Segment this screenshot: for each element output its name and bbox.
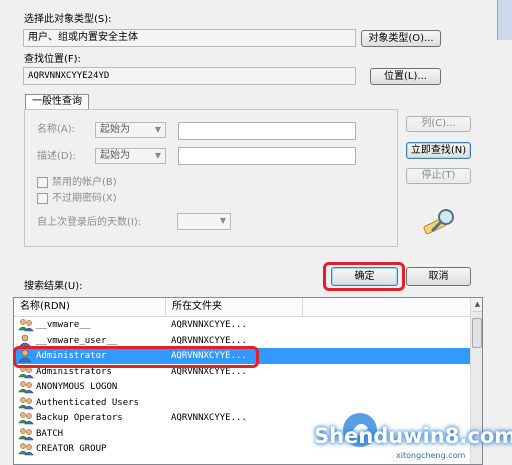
find-now-button[interactable]: 立即查找(N) [406, 142, 471, 159]
group-icon [17, 442, 35, 456]
group-icon [17, 396, 35, 410]
group-icon [17, 427, 35, 441]
site-watermark: Shenduwin8.com xitongcheng.com [314, 410, 512, 465]
administrator-highlight-outline [13, 346, 259, 368]
location-label: 查找位置(F): [24, 54, 81, 65]
search-animation-icon [420, 206, 460, 236]
object-types-label: 选择此对象类型(S): [24, 14, 112, 25]
stop-button[interactable]: 停止(T) [406, 168, 471, 184]
result-row[interactable]: Authenticated Users [14, 395, 470, 411]
watermark-brand-text: Shenduwin8.com [314, 424, 512, 448]
days-since-logon-label: 自上次登录后的天数(I): [37, 217, 142, 228]
result-name: BATCH [36, 428, 64, 439]
chevron-down-icon: ▼ [154, 151, 161, 160]
column-divider[interactable] [302, 298, 303, 316]
column-header-folder[interactable]: 所在文件夹 [172, 301, 222, 313]
days-since-logon-select[interactable]: ▼ [177, 213, 231, 230]
result-name: ANONYMOUS LOGON [36, 382, 118, 392]
result-row[interactable]: ANONYMOUS LOGON [14, 379, 470, 395]
description-mode-value: 起始为 [100, 150, 130, 161]
object-types-field: 用户、组或内置安全主体 [23, 29, 356, 47]
columns-button[interactable]: 列(C)... [406, 116, 471, 132]
object-types-button[interactable]: 对象类型(O)... [361, 30, 441, 47]
watermark-sub-text: xitongcheng.com [396, 451, 466, 460]
location-button[interactable]: 位置(L)... [370, 68, 441, 85]
result-folder: AQRVNNXCYYE... [171, 335, 247, 346]
scroll-up-icon[interactable]: ▲ [471, 298, 482, 312]
result-folder: AQRVNNXCYYE... [171, 413, 247, 423]
result-name: __vmware__ [36, 320, 91, 330]
description-mode-select[interactable]: 起始为 ▼ [95, 148, 166, 164]
disabled-accounts-checkbox[interactable] [37, 177, 48, 188]
chevron-down-icon: ▼ [154, 125, 161, 134]
non-expiring-password-label: 不过期密码(X) [52, 193, 117, 204]
search-results-label: 搜索结果(U): [24, 281, 83, 292]
tab-general-queries[interactable]: 一般性查询 [25, 94, 89, 110]
chevron-down-icon: ▼ [219, 216, 226, 225]
name-mode-select[interactable]: 起始为 ▼ [95, 122, 166, 138]
group-icon [17, 318, 35, 332]
description-label: 描述(D): [37, 151, 76, 162]
results-header: 名称(RDN) 所在文件夹 [14, 298, 470, 317]
disabled-accounts-label: 禁用的帐户(B) [52, 177, 117, 188]
location-field: AQRVNNXCYYE24YD [23, 67, 356, 85]
description-input[interactable] [178, 147, 356, 165]
column-divider[interactable] [165, 298, 166, 316]
group-icon [17, 411, 35, 425]
group-icon [17, 380, 35, 394]
result-folder: AQRVNNXCYYE... [171, 320, 247, 330]
result-row[interactable]: __vmware__ AQRVNNXCYYE... [14, 317, 470, 333]
result-name: Backup Operators [36, 413, 123, 423]
non-expiring-password-checkbox[interactable] [37, 193, 48, 204]
column-header-name[interactable]: 名称(RDN) [20, 301, 70, 313]
name-label: 名称(A): [37, 124, 76, 135]
result-name: Authenticated Users [36, 397, 139, 408]
result-name: __vmware_user__ [36, 335, 118, 346]
scroll-thumb[interactable] [472, 318, 482, 348]
window-frame-edge [497, 0, 512, 40]
name-mode-value: 起始为 [100, 124, 130, 135]
result-name: CREATOR GROUP [36, 444, 107, 454]
name-input[interactable] [178, 122, 356, 140]
cancel-button[interactable]: 取消 [406, 267, 471, 286]
ok-highlight-outline [323, 262, 405, 291]
